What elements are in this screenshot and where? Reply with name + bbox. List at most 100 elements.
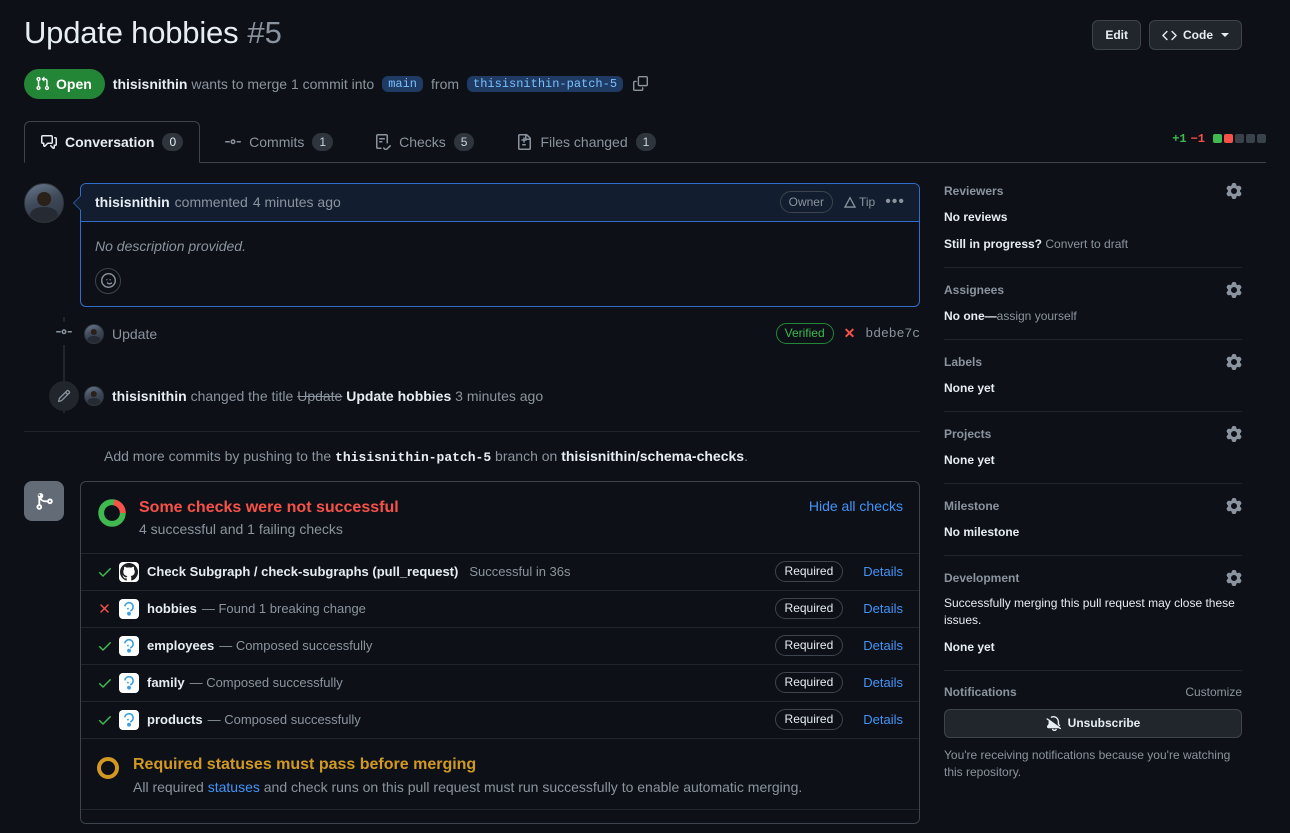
development-title: Development	[944, 571, 1019, 585]
chevron-down-icon	[1221, 33, 1229, 37]
check-details-link[interactable]: Details	[863, 638, 903, 653]
check-row-actions: Required Details	[775, 561, 903, 582]
milestone-title: Milestone	[944, 499, 999, 513]
check-details-link[interactable]: Details	[863, 712, 903, 727]
labels-title: Labels	[944, 355, 982, 369]
title-change-time: 3 minutes ago	[455, 388, 543, 404]
tab-files-changed-count: 1	[636, 133, 657, 151]
check-details-link[interactable]: Details	[863, 564, 903, 579]
tip-badge[interactable]: Tip	[843, 195, 875, 209]
convert-to-draft-link[interactable]: Convert to draft	[1045, 237, 1128, 251]
commit-message[interactable]: Update	[112, 326, 157, 342]
check-row-actions: RequiredDetails	[775, 709, 903, 730]
check-success-icon	[97, 638, 119, 654]
title-change-author[interactable]: thisisnithin	[112, 388, 187, 404]
check-row[interactable]: family— Composed successfullyRequiredDet…	[81, 664, 919, 701]
check-icon	[97, 564, 113, 580]
sidebar-section-assignees: Assignees No one—assign yourself	[944, 282, 1242, 340]
comment-time: 4 minutes ago	[253, 194, 341, 210]
copy-branch-icon[interactable]	[633, 76, 648, 91]
assignees-header: Assignees	[944, 282, 1242, 298]
tab-commits-label: Commits	[249, 134, 304, 150]
smiley-icon	[101, 273, 116, 288]
customize-notifications-link[interactable]: Customize	[1185, 685, 1242, 699]
projects-value: None yet	[944, 451, 1242, 469]
status-badge-label: Open	[56, 74, 92, 94]
push-note-repo[interactable]: thisisnithin/schema-checks	[561, 448, 744, 464]
wundergraph-icon	[120, 637, 138, 655]
checks-header: Some checks were not successful 4 succes…	[81, 482, 919, 553]
checks-subtitle: 4 successful and 1 failing checks	[139, 521, 399, 537]
code-brackets-icon	[1162, 28, 1177, 43]
check-details-link[interactable]: Details	[863, 675, 903, 690]
commit-meta: Verified ✕ bdebe7c	[776, 323, 920, 344]
tab-conversation-label: Conversation	[65, 134, 154, 150]
tab-checks[interactable]: Checks 5	[358, 121, 491, 163]
git-merge-icon	[34, 491, 54, 511]
check-description: — Composed successfully	[190, 675, 343, 690]
tab-commits[interactable]: Commits 1	[208, 121, 350, 163]
base-branch-chip[interactable]: main	[382, 76, 423, 92]
merge-status-text: Required statuses must pass before mergi…	[133, 755, 802, 795]
wundergraph-icon	[120, 600, 138, 618]
notifications-header: Notifications Customize	[944, 685, 1242, 699]
check-name: products	[147, 712, 203, 727]
edit-button[interactable]: Edit	[1092, 20, 1141, 50]
diffstat-block	[1257, 134, 1266, 143]
avatar	[84, 386, 104, 406]
tab-conversation[interactable]: Conversation 0	[24, 121, 200, 163]
merge-status-subtitle: All required statuses and check runs on …	[133, 779, 802, 795]
tab-files-changed[interactable]: Files changed 1	[499, 121, 673, 163]
check-row[interactable]: products— Composed successfullyRequiredD…	[81, 701, 919, 738]
code-button[interactable]: Code	[1149, 20, 1242, 50]
head-branch-chip[interactable]: thisisnithin-patch-5	[467, 76, 623, 92]
wundergraph-icon	[119, 599, 139, 619]
gear-icon[interactable]	[1226, 354, 1242, 370]
no-one-label: No one—	[944, 309, 997, 323]
statuses-link[interactable]: statuses	[208, 779, 260, 795]
comment-action: commented	[175, 194, 248, 210]
unsubscribe-button[interactable]: Unsubscribe	[944, 709, 1242, 738]
pr-body: thisisnithin commented 4 minutes ago Own…	[24, 183, 1266, 824]
bell-slash-icon	[1046, 716, 1061, 731]
comment-block: thisisnithin commented 4 minutes ago Own…	[24, 183, 920, 307]
check-row[interactable]: hobbies— Found 1 breaking changeRequired…	[81, 590, 919, 627]
copy-icon	[633, 76, 648, 91]
commit-sha[interactable]: bdebe7c	[865, 326, 920, 341]
comment-menu-icon[interactable]: •••	[885, 197, 905, 207]
verified-badge: Verified	[776, 323, 834, 344]
check-description: — Found 1 breaking change	[202, 601, 366, 616]
github-icon	[120, 563, 138, 581]
hide-all-checks-link[interactable]: Hide all checks	[809, 498, 903, 514]
reviewers-title: Reviewers	[944, 184, 1003, 198]
required-badge: Required	[775, 561, 844, 582]
comment-text: No description provided.	[95, 238, 905, 254]
check-success-icon	[97, 564, 119, 580]
gear-icon[interactable]	[1226, 183, 1242, 199]
new-title: Update hobbies	[346, 388, 451, 404]
wundergraph-icon	[120, 711, 138, 729]
checks-list: Check Subgraph / check-subgraphs (pull_r…	[81, 553, 919, 738]
gear-icon[interactable]	[1226, 426, 1242, 442]
gear-icon[interactable]	[1226, 570, 1242, 586]
pr-number: #5	[247, 15, 281, 51]
diffstat-block	[1224, 134, 1233, 143]
commit-status-failure-icon[interactable]: ✕	[844, 325, 856, 342]
checklist-icon	[375, 134, 391, 150]
gear-icon[interactable]	[1226, 498, 1242, 514]
check-row[interactable]: Check Subgraph / check-subgraphs (pull_r…	[81, 553, 919, 590]
wundergraph-icon	[119, 673, 139, 693]
status-badge: Open	[24, 69, 105, 99]
assignees-title: Assignees	[944, 283, 1004, 297]
merge-status-sub-suffix: and check runs on this pull request must…	[264, 779, 803, 795]
required-badge: Required	[775, 598, 844, 619]
check-row[interactable]: employees— Composed successfullyRequired…	[81, 627, 919, 664]
milestone-header: Milestone	[944, 498, 1242, 514]
gear-icon[interactable]	[1226, 282, 1242, 298]
check-details-link[interactable]: Details	[863, 601, 903, 616]
check-row-actions: Required Details	[775, 598, 903, 619]
conversation-column: thisisnithin commented 4 minutes ago Own…	[24, 183, 920, 824]
pr-sidebar: Reviewers No reviews Still in progress? …	[944, 183, 1242, 824]
assign-yourself-link[interactable]: assign yourself	[997, 309, 1077, 323]
add-reaction-button[interactable]	[95, 268, 121, 294]
